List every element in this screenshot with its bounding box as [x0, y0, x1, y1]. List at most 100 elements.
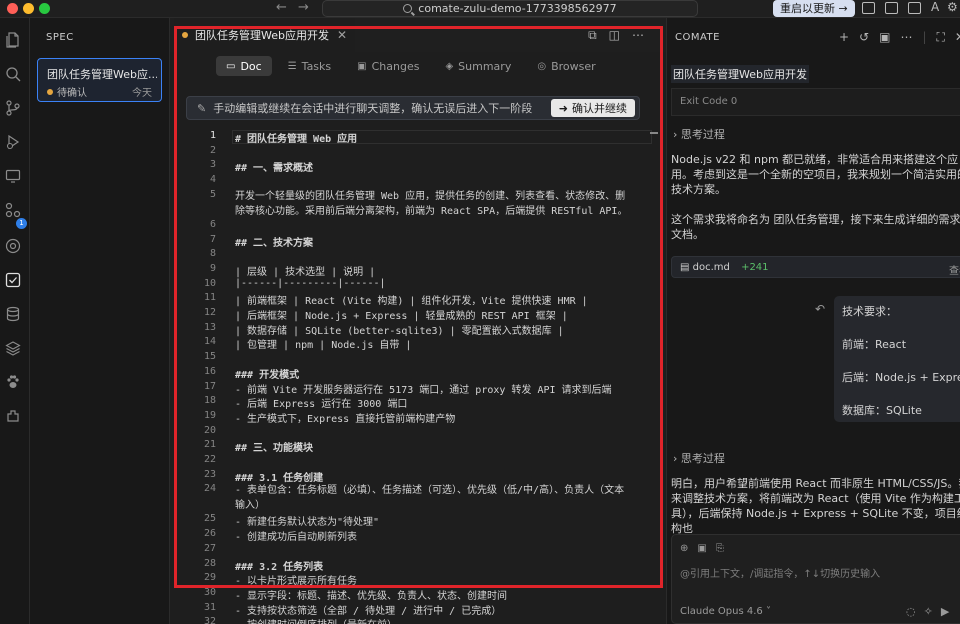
user-message: 技术要求： 前端：React 后端：Node.js + Express 数据库：…	[834, 296, 960, 422]
line-text: - 创建成功后自动刷新列表	[235, 532, 358, 544]
line-text: | 前端框架 | React (Vite 构建) | 组件化开发，Vite 提供…	[235, 296, 588, 308]
expand-icon[interactable]: ⛶	[937, 30, 945, 45]
open-changes-icon[interactable]: ⧉	[588, 28, 597, 43]
view-tab-browser[interactable]: ◎ Browser	[527, 56, 605, 76]
thinking-toggle[interactable]: › 思考过程	[673, 126, 725, 142]
line-number: 2	[209, 144, 216, 156]
chat-actions: + ↺ ▣ ⋯ | ⛶ ✕	[839, 30, 960, 45]
view-tab-summary[interactable]: ◈ Summary	[435, 56, 521, 76]
sparkle-icon[interactable]: ✧	[924, 605, 933, 618]
line-number: 11	[203, 292, 216, 304]
close-tab-icon[interactable]: ✕	[337, 28, 347, 42]
more-actions-icon[interactable]: ⋯	[632, 28, 644, 43]
editor-tab-bar: 团队任务管理Web应用开发 ✕ ⧉ ◫ ⋯	[170, 18, 666, 52]
undo-icon[interactable]: ↶	[815, 302, 825, 316]
layout-right-icon[interactable]	[908, 2, 921, 14]
spec-card-status: 待确认	[47, 84, 87, 99]
spec-icon[interactable]	[5, 272, 21, 288]
remote-icon[interactable]	[5, 168, 21, 184]
arrow-circle-icon: ➜	[558, 101, 568, 115]
explorer-icon[interactable]	[5, 32, 21, 48]
exit-code-output: Exit Code 0	[671, 88, 960, 116]
line-number: 25	[203, 513, 216, 525]
divider: |	[922, 30, 927, 44]
chat-input-placeholder[interactable]: @引用上下文，/调起指令，↑↓切换历史输入	[680, 565, 880, 580]
code-area[interactable]: 1 # 团队任务管理 Web 应用 2 3 ## 一、需求概述 4 5 开发一个轻量级的团队任…	[170, 130, 666, 624]
spec-card[interactable]: 团队任务管理Web应... 待确认 今天	[37, 58, 162, 102]
editor-tab-doc[interactable]: 团队任务管理Web应用开发 ✕	[174, 18, 356, 52]
layout-panel-icon[interactable]	[885, 2, 898, 14]
minimize-window-button[interactable]	[23, 3, 34, 14]
loading-icon: ◌	[906, 605, 916, 618]
zoom-window-button[interactable]	[39, 3, 50, 14]
line-text: ### 开发模式	[235, 369, 300, 381]
line-number: 6	[209, 218, 216, 230]
attach-image-icon[interactable]: ▣	[697, 543, 706, 554]
line-text: ### 3.2 任务列表	[235, 561, 324, 573]
line-number: 8	[209, 248, 216, 260]
history-icon[interactable]: ↺	[859, 30, 869, 45]
line-number: 31	[203, 601, 216, 613]
notice-bar: ✎ 手动编辑或继续在会话中进行聊天调整，确认无误后进入下一阶段 ➜ 确认并继续	[186, 96, 640, 120]
view-tabs: ▭ Doc ☰ Tasks ▣ Changes ◈ Summary ◎ Browser	[216, 56, 606, 76]
more-icon[interactable]: ⋯	[900, 30, 912, 45]
forward-arrow-icon[interactable]: →	[298, 0, 309, 16]
back-arrow-icon[interactable]: ←	[276, 0, 287, 16]
database-icon[interactable]	[5, 306, 21, 322]
browser-icon[interactable]	[5, 238, 21, 254]
activity-bar: 1	[0, 18, 30, 624]
search-icon[interactable]	[5, 66, 21, 82]
split-editor-icon[interactable]: ◫	[609, 28, 620, 43]
code-line[interactable]: 24 - 表单包含：任务标题（必填）、任务描述（可选）、优先级（低/中/高）、负责…	[170, 483, 650, 513]
input-actions: ◌ ✧ ▶	[906, 605, 949, 618]
close-panel-icon[interactable]: ✕	[955, 30, 960, 45]
line-number: 23	[203, 468, 216, 480]
close-window-button[interactable]	[7, 3, 18, 14]
layout-sidebar-icon[interactable]	[862, 2, 875, 14]
attach-file-icon[interactable]: ⎘	[716, 543, 724, 554]
view-file-link[interactable]: 查看	[949, 262, 960, 277]
line-text: - 表单包含：任务标题（必填）、任务描述（可选）、优先级（低/中/高）、负责人（…	[235, 485, 625, 512]
chat-title: COMATE	[675, 32, 720, 43]
run-debug-icon[interactable]	[5, 134, 21, 150]
title-bar: ← → comate-zulu-demo-1773398562977 重启以更新…	[0, 0, 960, 18]
image-icon[interactable]: ▣	[879, 30, 890, 45]
restart-update-button[interactable]: 重启以更新 →	[773, 0, 855, 17]
layers-icon[interactable]	[5, 340, 21, 356]
confirm-continue-button[interactable]: ➜ 确认并继续	[550, 99, 635, 117]
line-number: 26	[203, 528, 216, 540]
line-number: 19	[203, 409, 216, 421]
source-control-icon[interactable]	[5, 100, 21, 116]
spec-card-time: 今天	[132, 88, 152, 99]
doc-icon: ▭	[226, 60, 236, 72]
new-chat-icon[interactable]: +	[839, 30, 849, 45]
extensions-icon[interactable]	[5, 202, 21, 218]
edit-note-icon: ✎	[197, 101, 207, 115]
lines-added: +241	[741, 262, 769, 273]
line-number: 24	[203, 483, 216, 495]
send-icon[interactable]: ▶	[941, 605, 949, 618]
chat-input-box[interactable]: ⊕ ▣ ⎘ @引用上下文，/调起指令，↑↓切换历史输入 Claude Opus …	[671, 534, 960, 624]
code-line[interactable]: 5 开发一个轻量级的团队任务管理 Web 应用，提供任务的创建、列表查看、状态修改…	[170, 189, 650, 219]
line-text: - 按创建时间倒序排列（最新在前）	[235, 616, 397, 624]
text-size-icon[interactable]: A	[931, 0, 939, 14]
settings-icon[interactable]: ⚙	[947, 0, 958, 14]
file-icon: ▤	[680, 262, 690, 273]
line-number: 15	[203, 351, 216, 363]
line-text: - 以卡片形式展示所有任务	[235, 576, 358, 588]
paw-icon[interactable]	[5, 374, 21, 390]
line-text: | 数据存储 | SQLite (better-sqlite3) | 零配置嵌入…	[235, 325, 564, 337]
add-context-icon[interactable]: ⊕	[680, 543, 688, 554]
line-text: ## 一、需求概述	[235, 163, 314, 175]
view-tab-changes[interactable]: ▣ Changes	[347, 56, 429, 76]
view-tab-tasks[interactable]: ☰ Tasks	[278, 56, 341, 76]
line-text: | 层级 | 技术选型 | 说明 |	[235, 266, 376, 278]
line-number: 14	[203, 336, 216, 348]
thinking-toggle-2[interactable]: › 思考过程	[673, 450, 725, 466]
view-tab-doc[interactable]: ▭ Doc	[216, 56, 272, 76]
browser-icon: ◎	[537, 60, 547, 72]
plugin-icon[interactable]	[5, 408, 21, 424]
command-center-search[interactable]: comate-zulu-demo-1773398562977	[322, 0, 698, 17]
model-selector[interactable]: Claude Opus 4.6 ˅	[680, 606, 771, 617]
file-change-chip[interactable]: ▤ doc.md +241 查看	[671, 256, 960, 278]
